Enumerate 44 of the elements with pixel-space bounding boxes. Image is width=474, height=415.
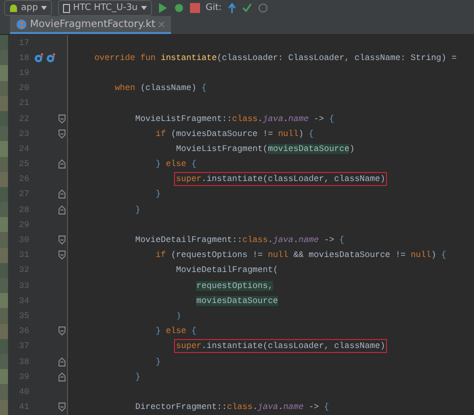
caret-icon bbox=[140, 6, 147, 10]
fold-marker-icon[interactable] bbox=[58, 326, 66, 336]
fold-marker-icon[interactable] bbox=[58, 402, 66, 412]
override-icon[interactable] bbox=[46, 52, 56, 63]
code-line: when (className) { bbox=[114, 82, 208, 96]
commit-check-icon[interactable] bbox=[242, 3, 252, 13]
fold-marker-icon[interactable] bbox=[58, 204, 66, 215]
update-arrow-icon[interactable] bbox=[228, 3, 236, 13]
debug-icon[interactable] bbox=[174, 3, 184, 13]
fold-marker-icon[interactable] bbox=[58, 159, 66, 170]
code-line: MovieListFragment(moviesDataSource) bbox=[175, 142, 356, 156]
vcs-label: Git: bbox=[206, 2, 222, 14]
code-line: } else { bbox=[154, 158, 198, 172]
code-line: DirectorFragment::class.java.name -> { bbox=[134, 401, 330, 414]
code-line: override fun instantiate(classLoader: ClassLoader, className: String) = bbox=[93, 52, 458, 65]
fold-marker-icon[interactable] bbox=[58, 250, 66, 260]
run-icon[interactable] bbox=[158, 3, 168, 13]
file-tab[interactable]: MovieFragmentFactory.kt bbox=[10, 16, 172, 34]
code-line: MovieDetailFragment::class.java.name -> { bbox=[134, 234, 346, 248]
device-dropdown[interactable]: HTC HTC_U-3u bbox=[58, 0, 152, 16]
code-line: if (requestOptions != null && moviesDataSource != null) { bbox=[154, 249, 448, 262]
fold-marker-icon[interactable] bbox=[58, 114, 66, 124]
caret-icon bbox=[40, 6, 47, 10]
history-icon[interactable] bbox=[258, 3, 268, 13]
stop-icon[interactable] bbox=[190, 3, 200, 13]
fold-marker-icon[interactable] bbox=[58, 356, 66, 367]
code-line: } bbox=[134, 204, 142, 217]
code-line: } bbox=[154, 356, 162, 369]
code-line: MovieDetailFragment( bbox=[175, 264, 280, 278]
fold-marker-icon[interactable] bbox=[58, 128, 66, 139]
code-line: ) bbox=[175, 310, 182, 323]
override-icon[interactable] bbox=[34, 52, 44, 63]
code-line: if (moviesDataSource != null) { bbox=[154, 128, 315, 141]
code-line: MovieListFragment::class.java.name -> { bbox=[134, 112, 336, 126]
fold-marker-icon[interactable] bbox=[58, 189, 66, 200]
phone-icon bbox=[62, 4, 70, 12]
code-line: } else { bbox=[154, 325, 198, 338]
android-icon bbox=[9, 4, 18, 12]
fold-marker-icon[interactable] bbox=[58, 372, 66, 382]
kotlin-file-icon bbox=[16, 18, 27, 30]
fold-marker-icon[interactable] bbox=[58, 235, 66, 246]
run-configuration-dropdown[interactable]: app bbox=[4, 0, 52, 16]
code-line: } bbox=[134, 370, 142, 384]
code-line: } bbox=[154, 188, 162, 202]
